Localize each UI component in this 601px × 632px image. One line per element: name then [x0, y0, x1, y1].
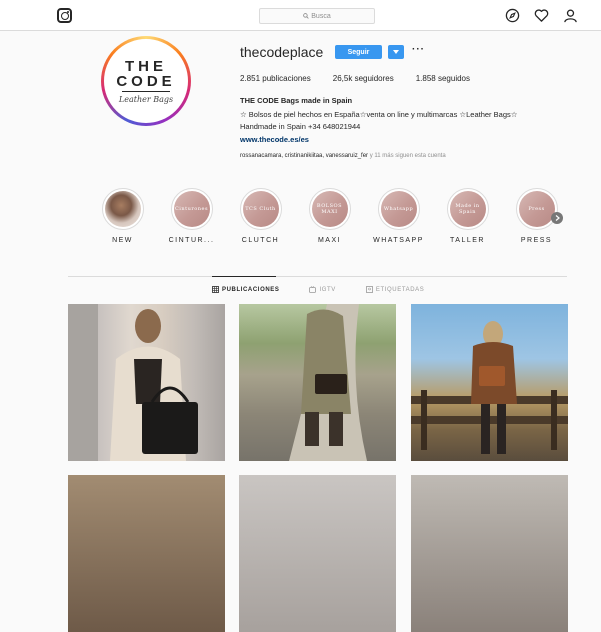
avatar-logo: THE CODE Leather Bags [104, 39, 188, 123]
highlight-cover: Press [518, 191, 555, 227]
following-count[interactable]: 1.858 seguidos [416, 74, 470, 83]
tabs-divider [68, 276, 567, 277]
tab-publicaciones[interactable]: PUBLICACIONES [212, 286, 279, 293]
avatar-divider [122, 90, 170, 92]
highlight-label: PRESS [520, 237, 553, 244]
highlight-label: TALLER [450, 237, 485, 244]
highlight-clutch[interactable]: TCS Cluth CLUTCH [226, 188, 295, 244]
avatar-logo-line2: CODE [116, 72, 176, 90]
followers-count[interactable]: 26,5k seguidores [333, 74, 394, 83]
tab-etiquetadas[interactable]: ETIQUETADAS [365, 286, 425, 293]
highlight-new[interactable]: NEW [88, 188, 157, 244]
chevron-right-icon [555, 215, 560, 221]
user-icon[interactable] [563, 8, 578, 23]
post-thumbnail[interactable] [239, 304, 396, 461]
search-input[interactable]: Busca [259, 8, 375, 24]
followed-by-names: rossanacamara, cristinanikiitaa, vanessa… [240, 153, 369, 159]
post-image-woman-on-path [289, 304, 367, 461]
post-thumbnail[interactable] [411, 304, 568, 461]
heart-icon[interactable] [534, 8, 549, 23]
compass-icon[interactable] [505, 8, 520, 23]
highlight-label: MAXI [317, 237, 342, 244]
search-placeholder: Busca [311, 12, 331, 20]
highlight-ring: Whatsapp [377, 188, 420, 230]
suggested-accounts-button[interactable] [388, 45, 404, 59]
follow-button[interactable]: Seguir [335, 45, 382, 59]
instagram-icon[interactable] [57, 8, 72, 23]
post-thumbnail[interactable] [239, 475, 396, 632]
profile-tabs: PUBLICACIONES IGTV ETIQUETADAS [212, 286, 424, 293]
highlight-ring: Cinturones [170, 188, 213, 230]
highlight-ring: BOLSOS MAXI [308, 188, 351, 230]
tagged-icon [365, 286, 373, 293]
profile-username: thecodeplace [240, 44, 324, 60]
posts-value: 2.851 [240, 74, 261, 83]
avatar-logo-line1: THE [125, 57, 167, 75]
post-thumbnail[interactable] [68, 475, 225, 632]
post-thumbnail[interactable] [68, 304, 225, 461]
followed-by[interactable]: rossanacamara, cristinanikiitaa, vanessa… [240, 153, 446, 159]
grid-icon [212, 286, 219, 293]
post-thumbnail[interactable] [411, 475, 568, 632]
highlight-label: CLUTCH [241, 237, 280, 244]
chevron-down-icon [393, 50, 399, 54]
following-value: 1.858 [415, 74, 436, 83]
highlight-cover: TCS Cluth [242, 191, 279, 227]
bio-text: ☆ Bolsos de piel hechos en España☆venta … [240, 110, 518, 131]
highlight-ring: Made in Spain [446, 188, 489, 230]
profile-stats: 2.851 publicaciones 26,5k seguidores 1.8… [240, 74, 470, 83]
highlight-cover: BOLSOS MAXI [311, 191, 348, 227]
avatar-logo-line3: Leather Bags [118, 94, 174, 104]
tab-label: ETIQUETADAS [375, 286, 425, 293]
tab-igtv[interactable]: IGTV [309, 286, 335, 293]
following-label: seguidos [437, 74, 470, 83]
highlight-ring [101, 188, 144, 230]
highlight-cinturones[interactable]: Cinturones CINTUR... [157, 188, 226, 244]
bio-link[interactable]: www.thecode.es/es [240, 135, 309, 144]
post-image-woman-with-tote [68, 304, 198, 461]
post-image-woman-by-fence [411, 321, 568, 454]
active-tab-indicator [212, 276, 276, 277]
highlight-cover: Cinturones [173, 191, 210, 227]
highlight-cover-image [104, 191, 141, 227]
followers-value: 26,5k [332, 74, 353, 83]
highlights-next-button[interactable] [551, 212, 563, 224]
story-highlights: NEW Cinturones CINTUR... TCS Cluth CLUTC… [88, 188, 571, 244]
highlight-maxi[interactable]: BOLSOS MAXI MAXI [295, 188, 364, 244]
posts-count: 2.851 publicaciones [240, 74, 311, 83]
highlight-ring: Press [515, 188, 558, 230]
profile-avatar[interactable]: THE CODE Leather Bags [101, 36, 191, 126]
igtv-icon [309, 286, 317, 293]
tab-label: PUBLICACIONES [222, 286, 280, 293]
posts-label: publicaciones [262, 74, 311, 83]
highlight-label: NEW [112, 237, 133, 244]
highlight-cover: Made in Spain [449, 191, 486, 227]
highlight-label: WHATSAPP [373, 237, 424, 244]
highlight-ring: TCS Cluth [239, 188, 282, 230]
highlight-cover: Whatsapp [380, 191, 417, 227]
highlight-label: CINTUR... [168, 237, 215, 244]
tab-label: IGTV [319, 286, 336, 293]
highlight-whatsapp[interactable]: Whatsapp WHATSAPP [364, 188, 433, 244]
followed-by-rest: y 11 más siguen esta cuenta [368, 153, 446, 159]
top-navigation-bar: Busca [0, 0, 601, 31]
more-options-button[interactable]: ··· [412, 44, 425, 55]
followers-label: seguidores [354, 74, 394, 83]
search-icon [303, 13, 309, 19]
highlight-taller[interactable]: Made in Spain TALLER [433, 188, 502, 244]
bio-name: THE CODE Bags made in Spain [240, 96, 353, 105]
